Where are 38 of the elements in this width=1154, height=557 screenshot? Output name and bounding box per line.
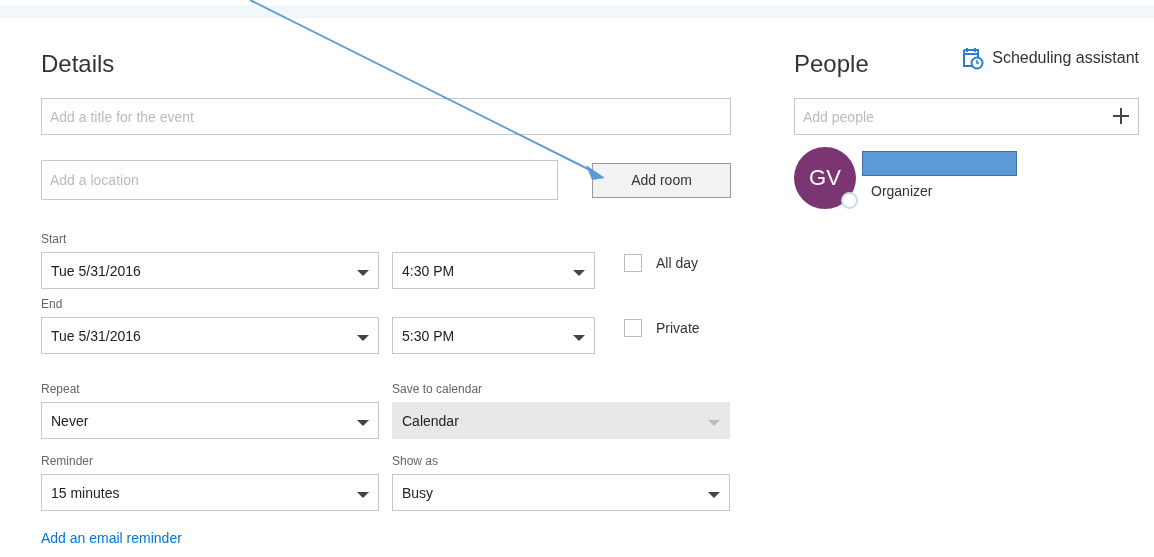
checkbox[interactable] (624, 254, 642, 272)
caret-icon (357, 269, 369, 276)
caret-icon (357, 491, 369, 498)
caret-icon (573, 269, 585, 276)
caret-icon (357, 419, 369, 426)
dropdown[interactable]: Never (41, 402, 379, 439)
caret-icon (573, 334, 585, 341)
field-label: Reminder (41, 454, 95, 468)
email-reminder-link[interactable]: Add an email reminder (41, 530, 182, 546)
date-dropdown[interactable]: Tue 5/31/2016 (41, 252, 379, 289)
field-label: Repeat (41, 382, 81, 396)
field-label: Start (41, 232, 68, 246)
plus-icon (1112, 107, 1130, 125)
checkbox-label: All day (656, 255, 699, 271)
calendar-clock-icon (962, 46, 985, 70)
checkbox[interactable] (624, 319, 642, 337)
people-heading: People (794, 50, 869, 78)
location-field[interactable]: Add a location (41, 160, 558, 200)
avatar: GV (794, 147, 856, 209)
time-dropdown[interactable]: 5:30 PM (392, 317, 595, 354)
caret-icon (708, 419, 720, 426)
add-room-button[interactable]: Add room (592, 162, 731, 198)
caret-icon (357, 334, 369, 341)
dropdown[interactable]: Busy (392, 474, 730, 511)
dropdown[interactable]: 15 minutes (41, 474, 379, 511)
date-dropdown[interactable]: Tue 5/31/2016 (41, 317, 379, 354)
title-field[interactable]: Add a title for the event (41, 98, 731, 135)
add-people-field[interactable]: Add people (794, 98, 1139, 135)
field-label: End (41, 297, 64, 311)
attendee-role: Organizer (871, 183, 934, 199)
details-heading: Details (41, 50, 116, 78)
scheduling-assistant-link[interactable]: Scheduling assistant (962, 46, 1139, 70)
time-dropdown[interactable]: 4:30 PM (392, 252, 595, 289)
field-label: Show as (392, 454, 440, 468)
checkbox-label: Private (656, 320, 700, 336)
caret-icon (708, 491, 720, 498)
presence-icon (841, 192, 858, 209)
field-label: Save to calendar (392, 382, 484, 396)
